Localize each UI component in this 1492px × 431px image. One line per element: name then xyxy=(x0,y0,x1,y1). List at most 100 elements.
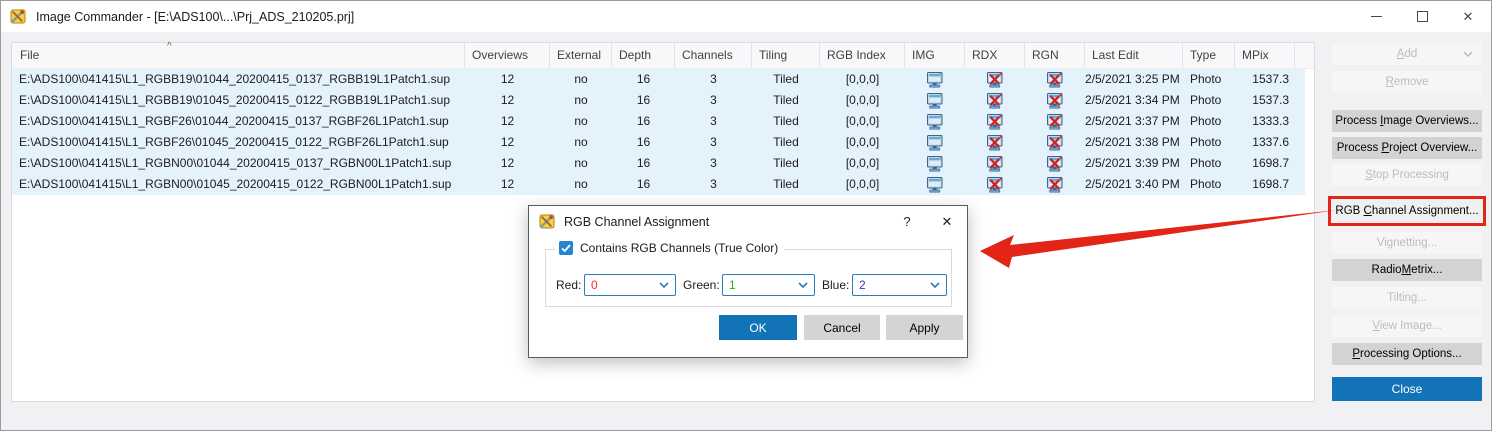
cell-depth: 16 xyxy=(612,90,675,111)
workstation-error-icon xyxy=(987,72,1004,88)
radiometrix-button[interactable]: RadioMetrix... xyxy=(1332,259,1482,281)
cell-tiling: Tiled xyxy=(752,69,820,90)
cell-type: Photo xyxy=(1183,132,1235,153)
cell-type: Photo xyxy=(1183,111,1235,132)
maximize-button[interactable] xyxy=(1399,1,1445,32)
table-row[interactable]: E:\ADS100\041415\L1_RGBB19\01045_2020041… xyxy=(12,90,1305,111)
remove-button[interactable]: Remove xyxy=(1332,71,1482,93)
red-channel-select[interactable]: 0 xyxy=(584,274,676,296)
apply-button[interactable]: Apply xyxy=(886,315,963,340)
close-button[interactable]: Close xyxy=(1332,377,1482,401)
column-header-overviews[interactable]: Overviews xyxy=(465,43,550,68)
close-icon: ✕ xyxy=(1463,9,1474,25)
cell-file: E:\ADS100\041415\L1_RGBF26\01044_2020041… xyxy=(12,111,465,132)
column-header-mpix[interactable]: MPix xyxy=(1235,43,1295,68)
cell-channels: 3 xyxy=(675,69,752,90)
column-header-img_icon[interactable]: IMG xyxy=(905,43,965,68)
workstation-error-icon xyxy=(987,135,1004,151)
process-project-overview-button[interactable]: Process Project Overview... xyxy=(1332,137,1482,159)
cell-file: E:\ADS100\041415\L1_RGBN00\01045_2020041… xyxy=(12,174,465,195)
cell-rgn-icon xyxy=(1025,69,1085,90)
button-label: RGB Channel Assignment... xyxy=(1335,205,1478,217)
workstation-error-icon xyxy=(1047,177,1064,193)
cell-overviews: 12 xyxy=(465,69,550,90)
column-header-external[interactable]: External xyxy=(550,43,612,68)
cell-rgn-icon xyxy=(1025,132,1085,153)
cell-rgb-index: [0,0,0] xyxy=(820,111,905,132)
cell-tiling: Tiled xyxy=(752,111,820,132)
green-channel-value: 1 xyxy=(723,278,736,292)
window-controls: ✕ xyxy=(1353,1,1491,32)
cell-external: no xyxy=(550,132,612,153)
cell-external: no xyxy=(550,111,612,132)
cell-overviews: 12 xyxy=(465,153,550,174)
dialog-help-button[interactable]: ? xyxy=(887,206,927,237)
view-image-button[interactable]: View Image... xyxy=(1332,315,1482,337)
cell-rgb-index: [0,0,0] xyxy=(820,69,905,90)
table-row[interactable]: E:\ADS100\041415\L1_RGBB19\01044_2020041… xyxy=(12,69,1305,90)
button-label: Close xyxy=(1392,382,1423,396)
minimize-button[interactable] xyxy=(1353,1,1399,32)
blue-channel-select[interactable]: 2 xyxy=(852,274,947,296)
column-header-channels[interactable]: Channels xyxy=(675,43,752,68)
table-row[interactable]: E:\ADS100\041415\L1_RGBN00\01045_2020041… xyxy=(12,174,1305,195)
cell-mpix: 1698.7 xyxy=(1235,174,1295,195)
cell-last-edit: 2/5/2021 3:40 PM xyxy=(1085,174,1183,195)
close-window-button[interactable]: ✕ xyxy=(1445,1,1491,32)
sort-ascending-icon: ^ xyxy=(167,41,172,52)
table-row[interactable]: E:\ADS100\041415\L1_RGBN00\01044_2020041… xyxy=(12,153,1305,174)
process-image-overviews-button[interactable]: Process Image Overviews... xyxy=(1332,110,1482,132)
cell-external: no xyxy=(550,153,612,174)
rgb-channel-assignment-button[interactable]: RGB Channel Assignment... xyxy=(1332,200,1482,222)
green-channel-select[interactable]: 1 xyxy=(722,274,815,296)
add-button[interactable]: Add xyxy=(1332,43,1482,65)
cell-depth: 16 xyxy=(612,69,675,90)
column-header-rgb_index[interactable]: RGB Index xyxy=(820,43,905,68)
column-header-depth[interactable]: Depth xyxy=(612,43,675,68)
cell-img-icon xyxy=(905,90,965,111)
cell-rdx-icon xyxy=(965,132,1025,153)
group-label-text: Contains RGB Channels (True Color) xyxy=(580,241,778,255)
cell-rgb-index: [0,0,0] xyxy=(820,153,905,174)
ok-button[interactable]: OK xyxy=(719,315,797,340)
contains-rgb-checkbox[interactable] xyxy=(559,241,573,255)
workstation-error-icon xyxy=(1047,114,1064,130)
cell-type: Photo xyxy=(1183,174,1235,195)
cell-file: E:\ADS100\041415\L1_RGBF26\01045_2020041… xyxy=(12,132,465,153)
vignetting-button[interactable]: Vignetting... xyxy=(1332,232,1482,254)
red-label: Red: xyxy=(556,274,581,296)
cell-img-icon xyxy=(905,174,965,195)
table-row[interactable]: E:\ADS100\041415\L1_RGBF26\01045_2020041… xyxy=(12,132,1305,153)
workstation-error-icon xyxy=(987,156,1004,172)
workstation-error-icon xyxy=(1047,156,1064,172)
cell-overviews: 12 xyxy=(465,111,550,132)
cell-tiling: Tiled xyxy=(752,153,820,174)
tilting-button[interactable]: Tilting... xyxy=(1332,287,1482,309)
processing-options-button[interactable]: Processing Options... xyxy=(1332,343,1482,365)
cell-external: no xyxy=(550,174,612,195)
stop-processing-button[interactable]: Stop Processing xyxy=(1332,164,1482,186)
red-channel-value: 0 xyxy=(585,278,598,292)
table-row[interactable]: E:\ADS100\041415\L1_RGBF26\01044_2020041… xyxy=(12,111,1305,132)
cell-rdx-icon xyxy=(965,69,1025,90)
cell-depth: 16 xyxy=(612,132,675,153)
cancel-button[interactable]: Cancel xyxy=(804,315,880,340)
cell-rgn-icon xyxy=(1025,174,1085,195)
column-header-last_edit[interactable]: Last Edit xyxy=(1085,43,1183,68)
sidebar: Add Remove Process Image Overviews... Proce… xyxy=(1332,43,1482,401)
cell-mpix: 1537.3 xyxy=(1235,69,1295,90)
column-header-tiling[interactable]: Tiling xyxy=(752,43,820,68)
cell-rdx-icon xyxy=(965,90,1025,111)
button-label: Remove xyxy=(1386,76,1429,88)
workstation-error-icon xyxy=(987,177,1004,193)
workstation-icon xyxy=(927,93,944,109)
cell-tiling: Tiled xyxy=(752,132,820,153)
dialog-close-button[interactable]: ✕ xyxy=(927,206,967,237)
workstation-icon xyxy=(927,72,944,88)
cell-last-edit: 2/5/2021 3:37 PM xyxy=(1085,111,1183,132)
column-header-type[interactable]: Type xyxy=(1183,43,1235,68)
blue-label: Blue: xyxy=(822,274,849,296)
column-header-file[interactable]: File xyxy=(12,43,465,68)
column-header-rdx_icon[interactable]: RDX xyxy=(965,43,1025,68)
column-header-rgn_icon[interactable]: RGN xyxy=(1025,43,1085,68)
